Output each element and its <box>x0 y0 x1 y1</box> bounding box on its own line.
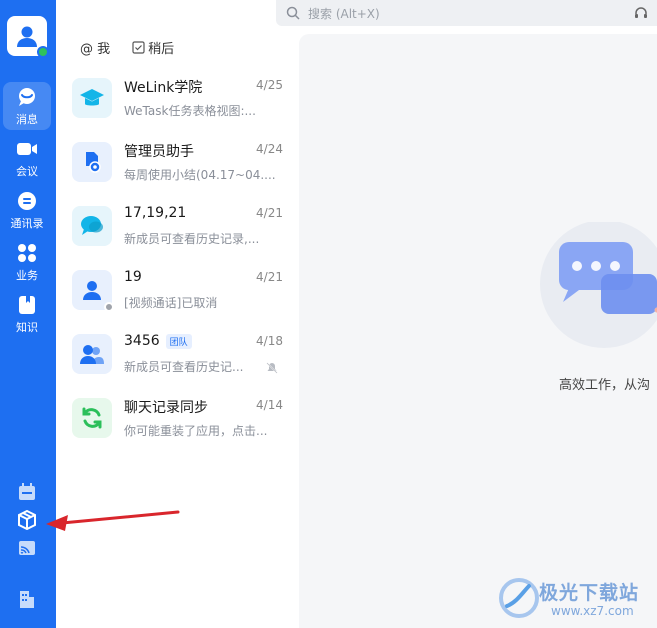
watermark-text: 极光下载站 <box>539 582 640 604</box>
team-badge: 团队 <box>165 333 192 349</box>
user-icon <box>72 270 114 312</box>
headset-support-icon[interactable] <box>633 5 649 21</box>
annotation-arrow-icon <box>46 510 180 531</box>
mute-icon <box>266 362 278 374</box>
conversation-item[interactable]: 管理员助手 4/24 每周使用小结(04.17~04.... <box>64 132 290 196</box>
conversation-date: 4/14 <box>256 398 283 412</box>
contacts-icon <box>16 190 38 212</box>
nav-item-knowledge[interactable]: 知识 <box>3 290 51 338</box>
conversation-date: 4/18 <box>256 334 283 348</box>
search-bar[interactable]: 搜索 (Alt+X) <box>276 0 657 26</box>
search-icon <box>286 6 300 20</box>
conversation-date: 4/25 <box>256 78 283 92</box>
apps-grid-icon <box>16 242 38 264</box>
offline-status-dot <box>104 302 114 312</box>
nav-label: 消息 <box>16 112 38 126</box>
nav-label: 业务 <box>16 268 38 282</box>
conversation-preview: 你可能重装了应用，点击... <box>124 424 268 438</box>
nav-item-contacts[interactable]: 通讯录 <box>3 186 51 234</box>
sync-icon <box>72 398 112 438</box>
calendar-icon[interactable] <box>14 481 40 503</box>
watermark-logo-icon <box>499 578 539 618</box>
online-status-dot <box>37 46 49 58</box>
video-camera-icon <box>16 138 38 160</box>
admin-doc-icon <box>72 142 112 182</box>
filter-at-me[interactable]: @ 我 <box>80 38 110 57</box>
conversation-item[interactable]: WeLink学院 4/25 WeTask任务表格视图:... <box>64 68 290 132</box>
conversation-preview: 新成员可查看历史记... <box>124 360 244 374</box>
conversation-preview: [视频通话]已取消 <box>124 296 218 310</box>
conversation-preview: 每周使用小结(04.17~04.... <box>124 168 276 182</box>
filter-later[interactable]: 稍后 <box>132 38 174 57</box>
nav-label: 知识 <box>16 320 38 334</box>
conversation-date: 4/21 <box>256 270 283 284</box>
watermark: 极光下载站 www.xz7.com <box>497 574 657 628</box>
conversation-date: 4/24 <box>256 142 283 156</box>
conversation-name: 聊天记录同步 <box>124 400 208 416</box>
nav-label: 会议 <box>16 164 38 178</box>
nav-label: 通讯录 <box>10 216 44 230</box>
conversation-item[interactable]: 19 4/21 [视频通话]已取消 <box>64 260 290 324</box>
chat-empty-panel: 高效工作，从沟 <box>299 34 657 628</box>
conversation-item[interactable]: 3456 团队 4/18 新成员可查看历史记... <box>64 324 290 388</box>
conversation-name: 19 <box>124 269 142 285</box>
checkbox-icon <box>132 41 145 54</box>
conversation-item[interactable]: 聊天记录同步 4/14 你可能重装了应用，点击... <box>64 388 290 452</box>
nav-item-meeting[interactable]: 会议 <box>3 134 51 182</box>
chat-bubbles-illustration <box>540 222 657 348</box>
slogan-text: 高效工作，从沟 <box>559 378 651 393</box>
conversation-preview: WeTask任务表格视图:... <box>124 104 256 118</box>
conversation-name: WeLink学院 <box>124 80 203 96</box>
conversation-name: 17,19,21 <box>124 205 187 221</box>
nav-item-messages[interactable]: 消息 <box>3 82 51 130</box>
search-placeholder: 搜索 (Alt+X) <box>308 6 380 21</box>
nav-item-business[interactable]: 业务 <box>3 238 51 286</box>
conversation-item[interactable]: 17,19,21 4/21 新成员可查看历史记录,... <box>64 196 290 260</box>
chat-bubble-icon <box>16 86 38 108</box>
cube-box-icon[interactable] <box>14 509 40 531</box>
conversation-name: 管理员助手 <box>124 144 194 160</box>
watermark-url: www.xz7.com <box>551 604 634 618</box>
group-chat-icon <box>72 206 112 246</box>
conversation-date: 4/21 <box>256 206 283 220</box>
graduation-cap-icon <box>72 78 112 118</box>
user-avatar[interactable] <box>7 16 49 58</box>
conversation-name: 3456 团队 <box>124 333 192 349</box>
cast-icon[interactable] <box>14 537 40 559</box>
conversation-preview: 新成员可查看历史记录,... <box>124 232 260 246</box>
filter-tabs: @ 我 稍后 <box>80 38 174 57</box>
building-icon[interactable] <box>14 588 40 610</box>
bookmark-icon <box>16 294 38 316</box>
team-icon <box>72 334 112 374</box>
user-icon <box>17 26 37 47</box>
